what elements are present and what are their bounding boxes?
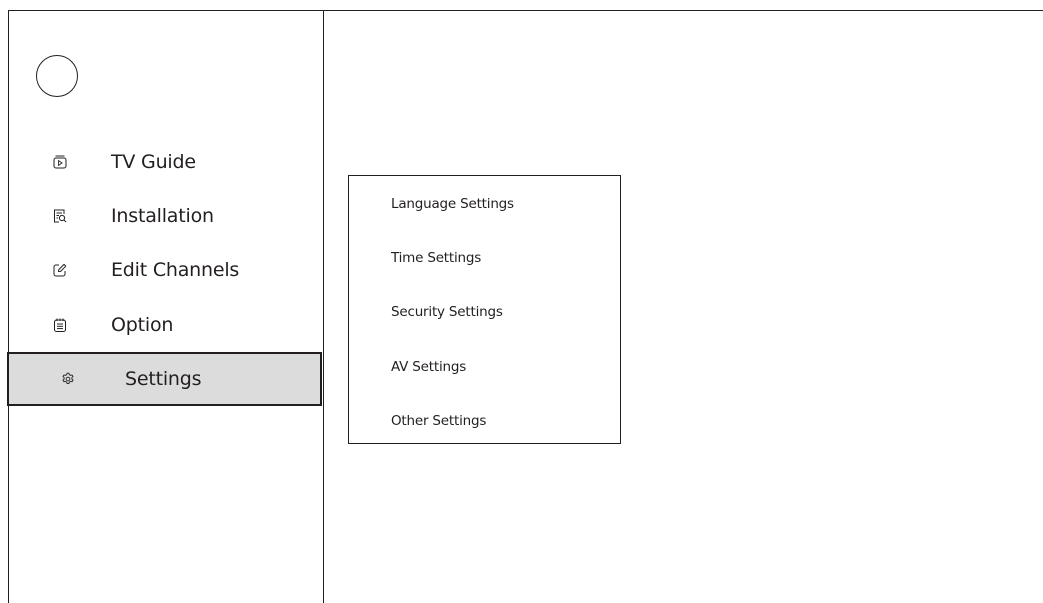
avatar[interactable]: [36, 55, 78, 97]
sidebar-item-label: Settings: [125, 368, 202, 390]
sidebar-item-option[interactable]: Option: [8, 305, 321, 345]
sidebar-item-label: TV Guide: [111, 151, 196, 173]
sidebar: TV Guide Installation Edit Channels Opti…: [7, 10, 324, 603]
notepad-icon: [53, 318, 67, 332]
settings-submenu: Language Settings Time Settings Security…: [348, 175, 621, 444]
sidebar-item-settings[interactable]: Settings: [7, 352, 322, 406]
sidebar-item-edit-channels[interactable]: Edit Channels: [8, 250, 321, 290]
sidebar-item-label: Edit Channels: [111, 259, 240, 281]
sidebar-item-installation[interactable]: Installation: [8, 196, 321, 236]
play-screen-icon: [53, 155, 67, 169]
gear-icon: [61, 372, 75, 386]
sidebar-item-tv-guide[interactable]: TV Guide: [8, 142, 321, 182]
submenu-item-other-settings[interactable]: Other Settings: [391, 413, 486, 429]
sidebar-item-label: Installation: [111, 205, 214, 227]
sidebar-item-label: Option: [111, 314, 174, 336]
submenu-item-time-settings[interactable]: Time Settings: [391, 250, 481, 266]
search-list-icon: [53, 209, 67, 223]
submenu-item-av-settings[interactable]: AV Settings: [391, 359, 466, 375]
edit-icon: [53, 263, 67, 277]
submenu-item-security-settings[interactable]: Security Settings: [391, 304, 503, 320]
submenu-item-language-settings[interactable]: Language Settings: [391, 196, 514, 212]
